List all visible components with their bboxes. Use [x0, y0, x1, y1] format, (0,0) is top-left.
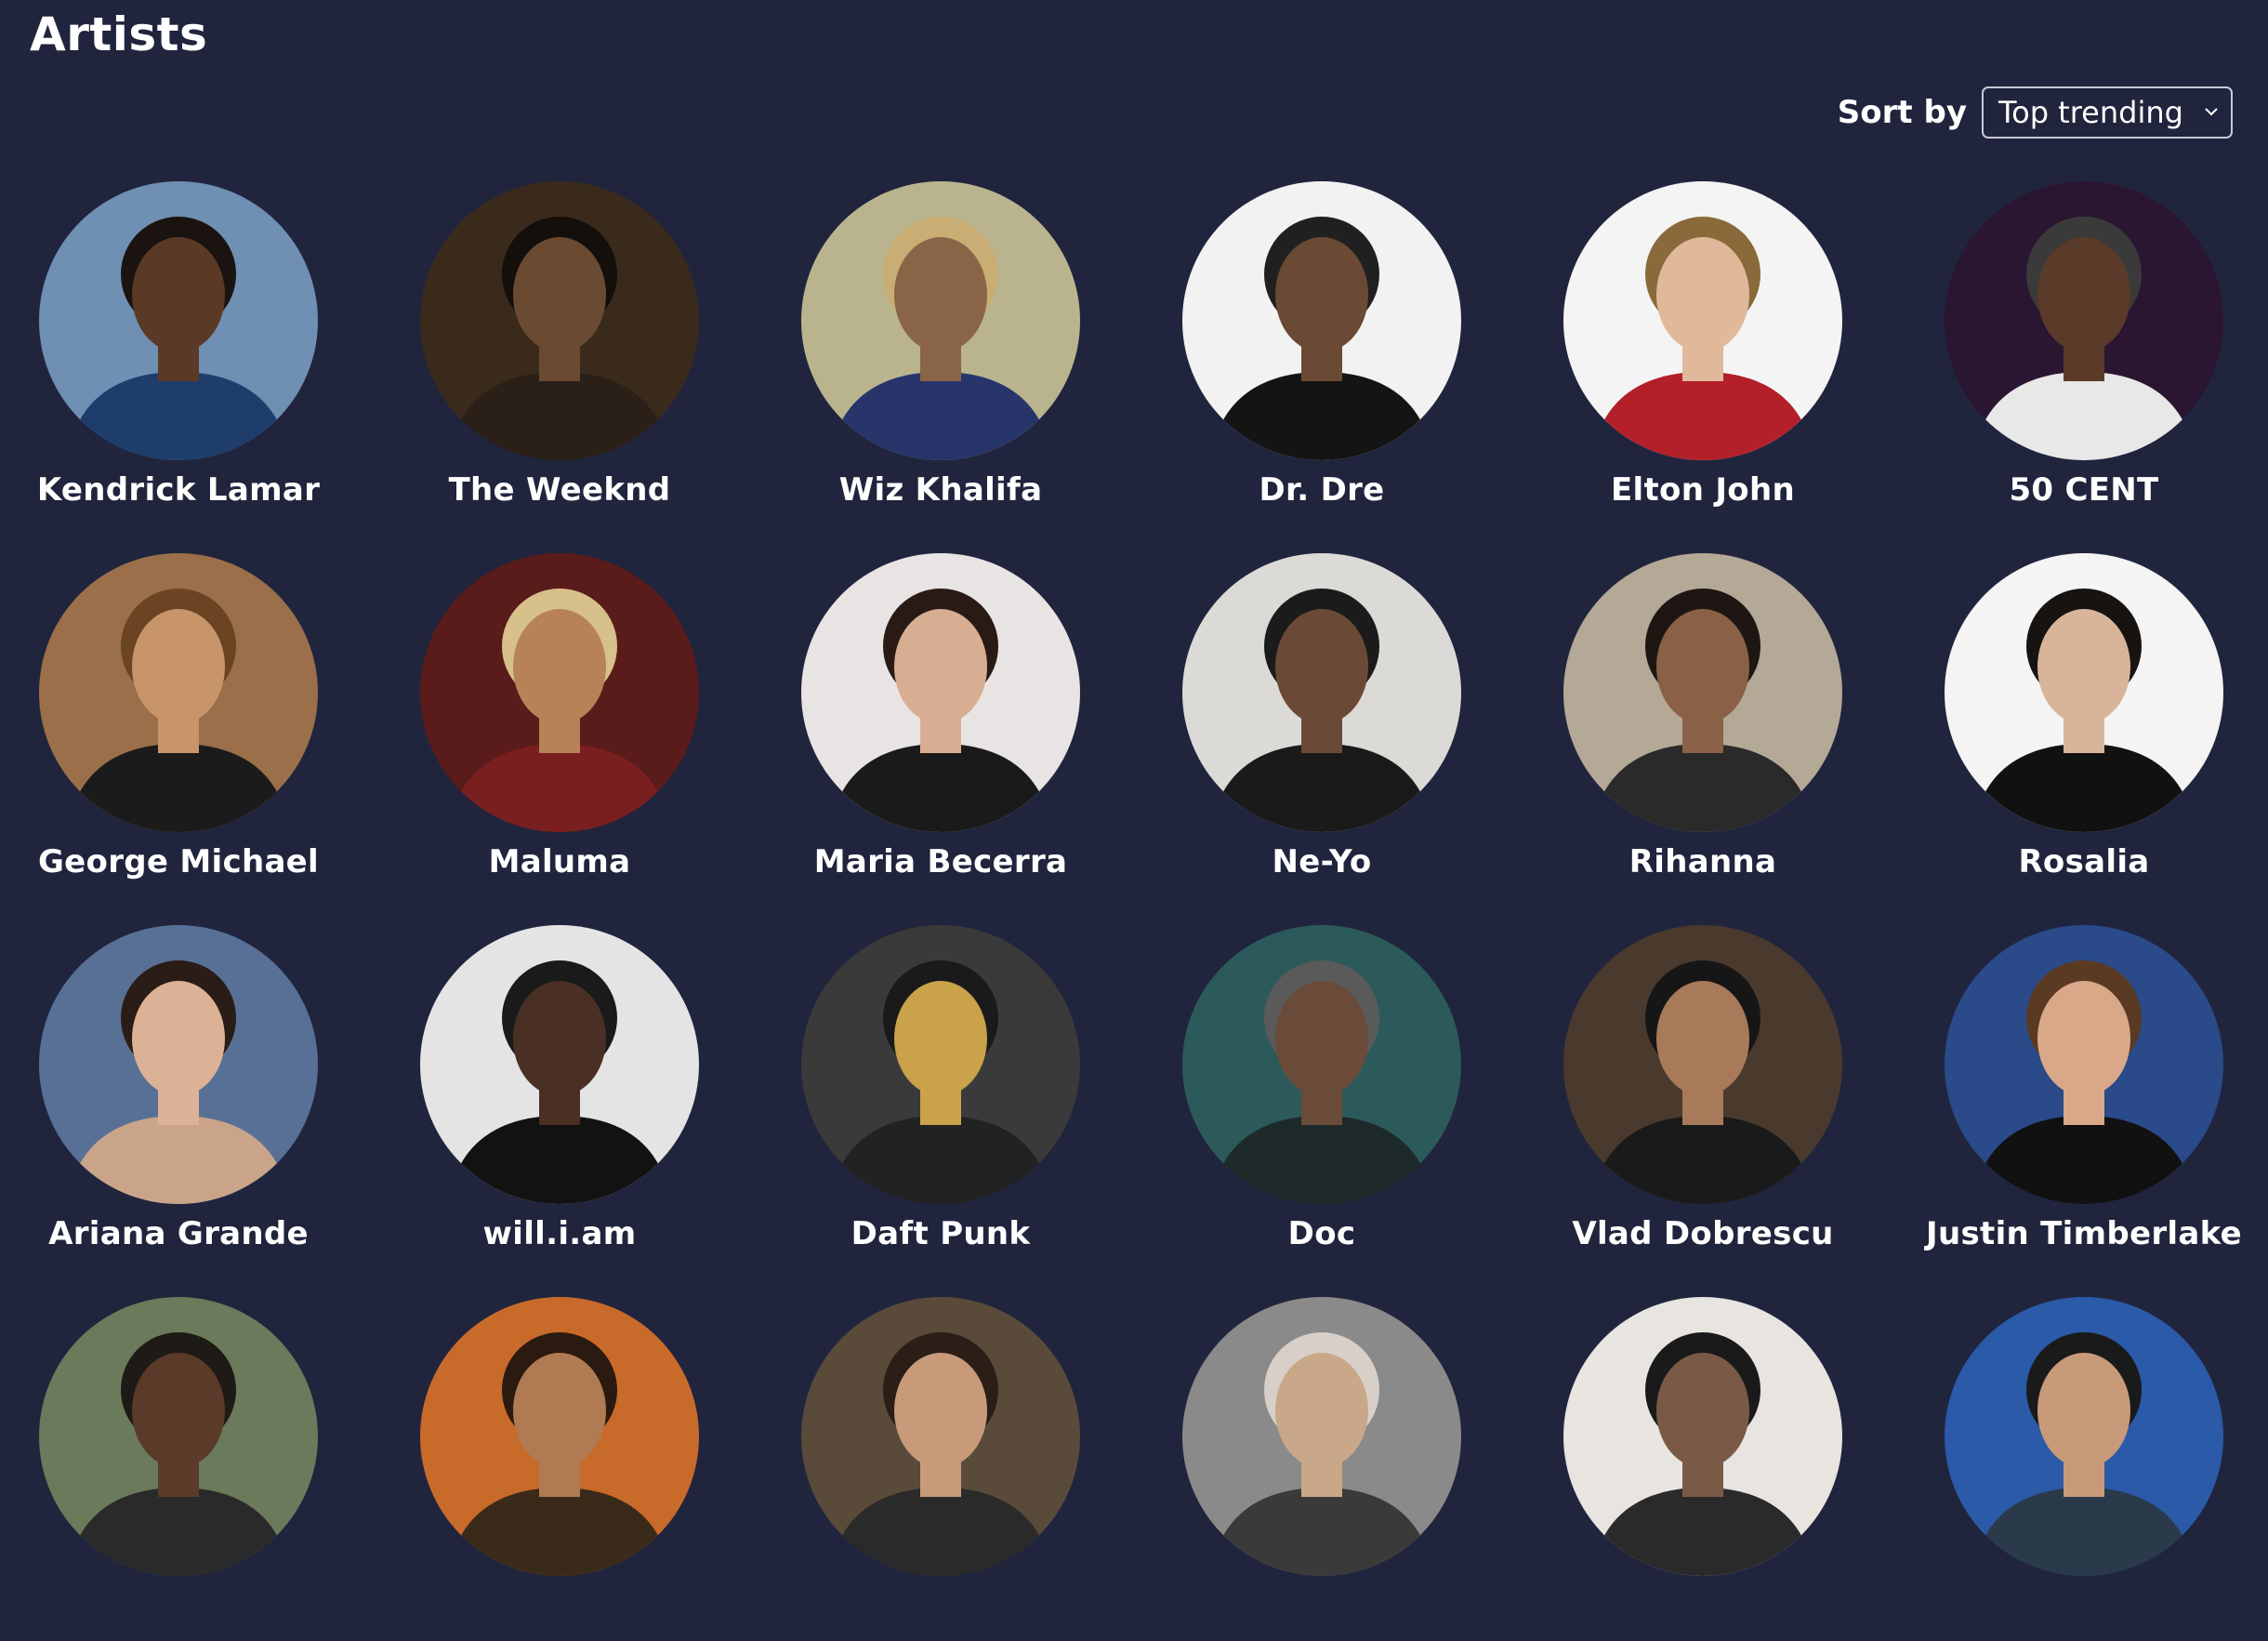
artist-portrait — [39, 1297, 318, 1576]
artist-avatar[interactable] — [39, 553, 318, 832]
artist-avatar[interactable] — [1563, 553, 1842, 832]
artist-portrait — [1182, 1297, 1461, 1576]
artist-card[interactable]: George Michael — [2, 553, 355, 897]
artist-portrait — [1563, 181, 1842, 460]
artist-portrait — [39, 553, 318, 832]
artist-portrait — [801, 181, 1080, 460]
artist-card[interactable]: 50 CENT — [1907, 181, 2261, 525]
artist-grid: Kendrick Lamar The Weeknd Wiz Khalifa Dr. D… — [0, 0, 2268, 1576]
artist-portrait — [420, 553, 699, 832]
artist-portrait — [1563, 1297, 1842, 1576]
artist-avatar[interactable] — [801, 925, 1080, 1204]
artist-portrait — [1563, 553, 1842, 832]
artist-card[interactable] — [383, 1297, 736, 1641]
artist-avatar[interactable] — [420, 181, 699, 460]
artist-card[interactable]: The Weeknd — [383, 181, 736, 525]
artist-avatar[interactable] — [801, 1297, 1080, 1576]
artist-avatar[interactable] — [801, 181, 1080, 460]
artist-portrait — [801, 553, 1080, 832]
artist-card[interactable]: Maluma — [383, 553, 736, 897]
artist-portrait — [1563, 925, 1842, 1204]
artist-avatar[interactable] — [1563, 1297, 1842, 1576]
artist-card[interactable]: Elton John — [1526, 181, 1879, 525]
artist-name[interactable]: Rosalia — [1907, 843, 2261, 880]
artist-name[interactable]: Vlad Dobrescu — [1526, 1215, 1879, 1252]
artist-name[interactable]: Kendrick Lamar — [2, 471, 355, 509]
artist-card[interactable] — [1145, 1297, 1498, 1641]
artist-card[interactable]: Ariana Grande — [2, 925, 355, 1269]
artist-name[interactable]: The Weeknd — [383, 471, 736, 509]
artist-avatar[interactable] — [801, 553, 1080, 832]
artist-avatar[interactable] — [420, 925, 699, 1204]
artist-card[interactable] — [764, 1297, 1117, 1641]
artist-portrait — [801, 925, 1080, 1204]
artist-avatar[interactable] — [1945, 181, 2223, 460]
artist-name[interactable]: Elton John — [1526, 471, 1879, 509]
artist-portrait — [1945, 925, 2223, 1204]
artist-portrait — [1182, 181, 1461, 460]
artist-avatar[interactable] — [1945, 925, 2223, 1204]
artist-name[interactable]: Maluma — [383, 843, 736, 880]
artist-card[interactable]: Rosalia — [1907, 553, 2261, 897]
artist-card[interactable] — [2, 1297, 355, 1641]
artist-avatar[interactable] — [1563, 181, 1842, 460]
artist-card[interactable]: Maria Becerra — [764, 553, 1117, 897]
artist-avatar[interactable] — [1182, 925, 1461, 1204]
artist-avatar[interactable] — [1182, 1297, 1461, 1576]
artist-portrait — [1945, 181, 2223, 460]
artist-portrait — [420, 181, 699, 460]
artist-avatar[interactable] — [1945, 553, 2223, 832]
artist-card[interactable]: will.i.am — [383, 925, 736, 1269]
artist-portrait — [39, 181, 318, 460]
artist-card[interactable]: Doc — [1145, 925, 1498, 1269]
artist-name[interactable]: Maria Becerra — [764, 843, 1117, 880]
artist-avatar[interactable] — [39, 925, 318, 1204]
artist-portrait — [1945, 553, 2223, 832]
artist-card[interactable]: Kendrick Lamar — [2, 181, 355, 525]
artist-name[interactable]: Dr. Dre — [1145, 471, 1498, 509]
artist-name[interactable]: 50 CENT — [1907, 471, 2261, 509]
artist-avatar[interactable] — [1563, 925, 1842, 1204]
artist-name[interactable]: Wiz Khalifa — [764, 471, 1117, 509]
artist-name[interactable]: Justin Timberlake — [1907, 1215, 2261, 1252]
artist-portrait — [1182, 553, 1461, 832]
artist-avatar[interactable] — [420, 553, 699, 832]
artist-card[interactable]: Dr. Dre — [1145, 181, 1498, 525]
artist-name[interactable]: George Michael — [2, 843, 355, 880]
artist-name[interactable]: Ariana Grande — [2, 1215, 355, 1252]
artist-card[interactable]: Wiz Khalifa — [764, 181, 1117, 525]
artist-avatar[interactable] — [39, 1297, 318, 1576]
artist-portrait — [39, 925, 318, 1204]
artist-card[interactable] — [1907, 1297, 2261, 1641]
artist-card[interactable]: Vlad Dobrescu — [1526, 925, 1879, 1269]
artist-avatar[interactable] — [39, 181, 318, 460]
artist-portrait — [1182, 925, 1461, 1204]
artist-avatar[interactable] — [1182, 553, 1461, 832]
artist-portrait — [801, 1297, 1080, 1576]
artist-name[interactable]: Daft Punk — [764, 1215, 1117, 1252]
artist-name[interactable]: Rihanna — [1526, 843, 1879, 880]
artist-card[interactable]: Ne-Yo — [1145, 553, 1498, 897]
artist-avatar[interactable] — [420, 1297, 699, 1576]
artist-card[interactable]: Justin Timberlake — [1907, 925, 2261, 1269]
artist-portrait — [420, 925, 699, 1204]
artist-portrait — [420, 1297, 699, 1576]
artist-portrait — [1945, 1297, 2223, 1576]
artist-name[interactable]: Ne-Yo — [1145, 843, 1498, 880]
artist-avatar[interactable] — [1182, 181, 1461, 460]
artist-card[interactable]: Rihanna — [1526, 553, 1879, 897]
artist-card[interactable]: Daft Punk — [764, 925, 1117, 1269]
artist-avatar[interactable] — [1945, 1297, 2223, 1576]
artist-name[interactable]: will.i.am — [383, 1215, 736, 1252]
artist-name[interactable]: Doc — [1145, 1215, 1498, 1252]
artist-card[interactable] — [1526, 1297, 1879, 1641]
